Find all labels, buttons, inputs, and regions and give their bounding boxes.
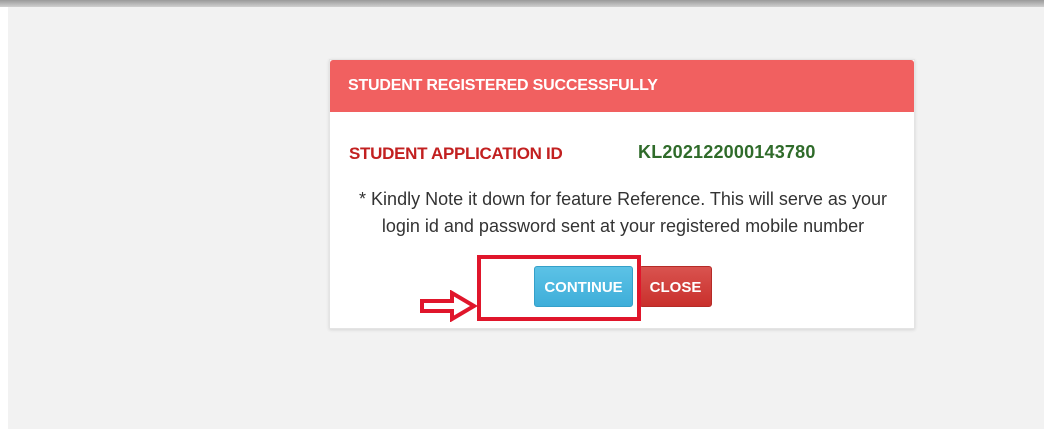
application-id-label: STUDENT APPLICATION ID (349, 144, 563, 163)
top-border (0, 0, 1044, 7)
left-edge (0, 7, 8, 429)
reference-note: * Kindly Note it down for feature Refere… (359, 189, 887, 236)
modal-title: STUDENT REGISTERED SUCCESSFULLY (348, 77, 658, 94)
right-arrow-icon (420, 290, 478, 322)
application-id-value: KL202122000143780 (638, 142, 816, 162)
close-button[interactable]: CLOSE (639, 266, 712, 307)
highlight-box (477, 255, 641, 321)
modal-header: STUDENT REGISTERED SUCCESSFULLY (330, 60, 914, 112)
